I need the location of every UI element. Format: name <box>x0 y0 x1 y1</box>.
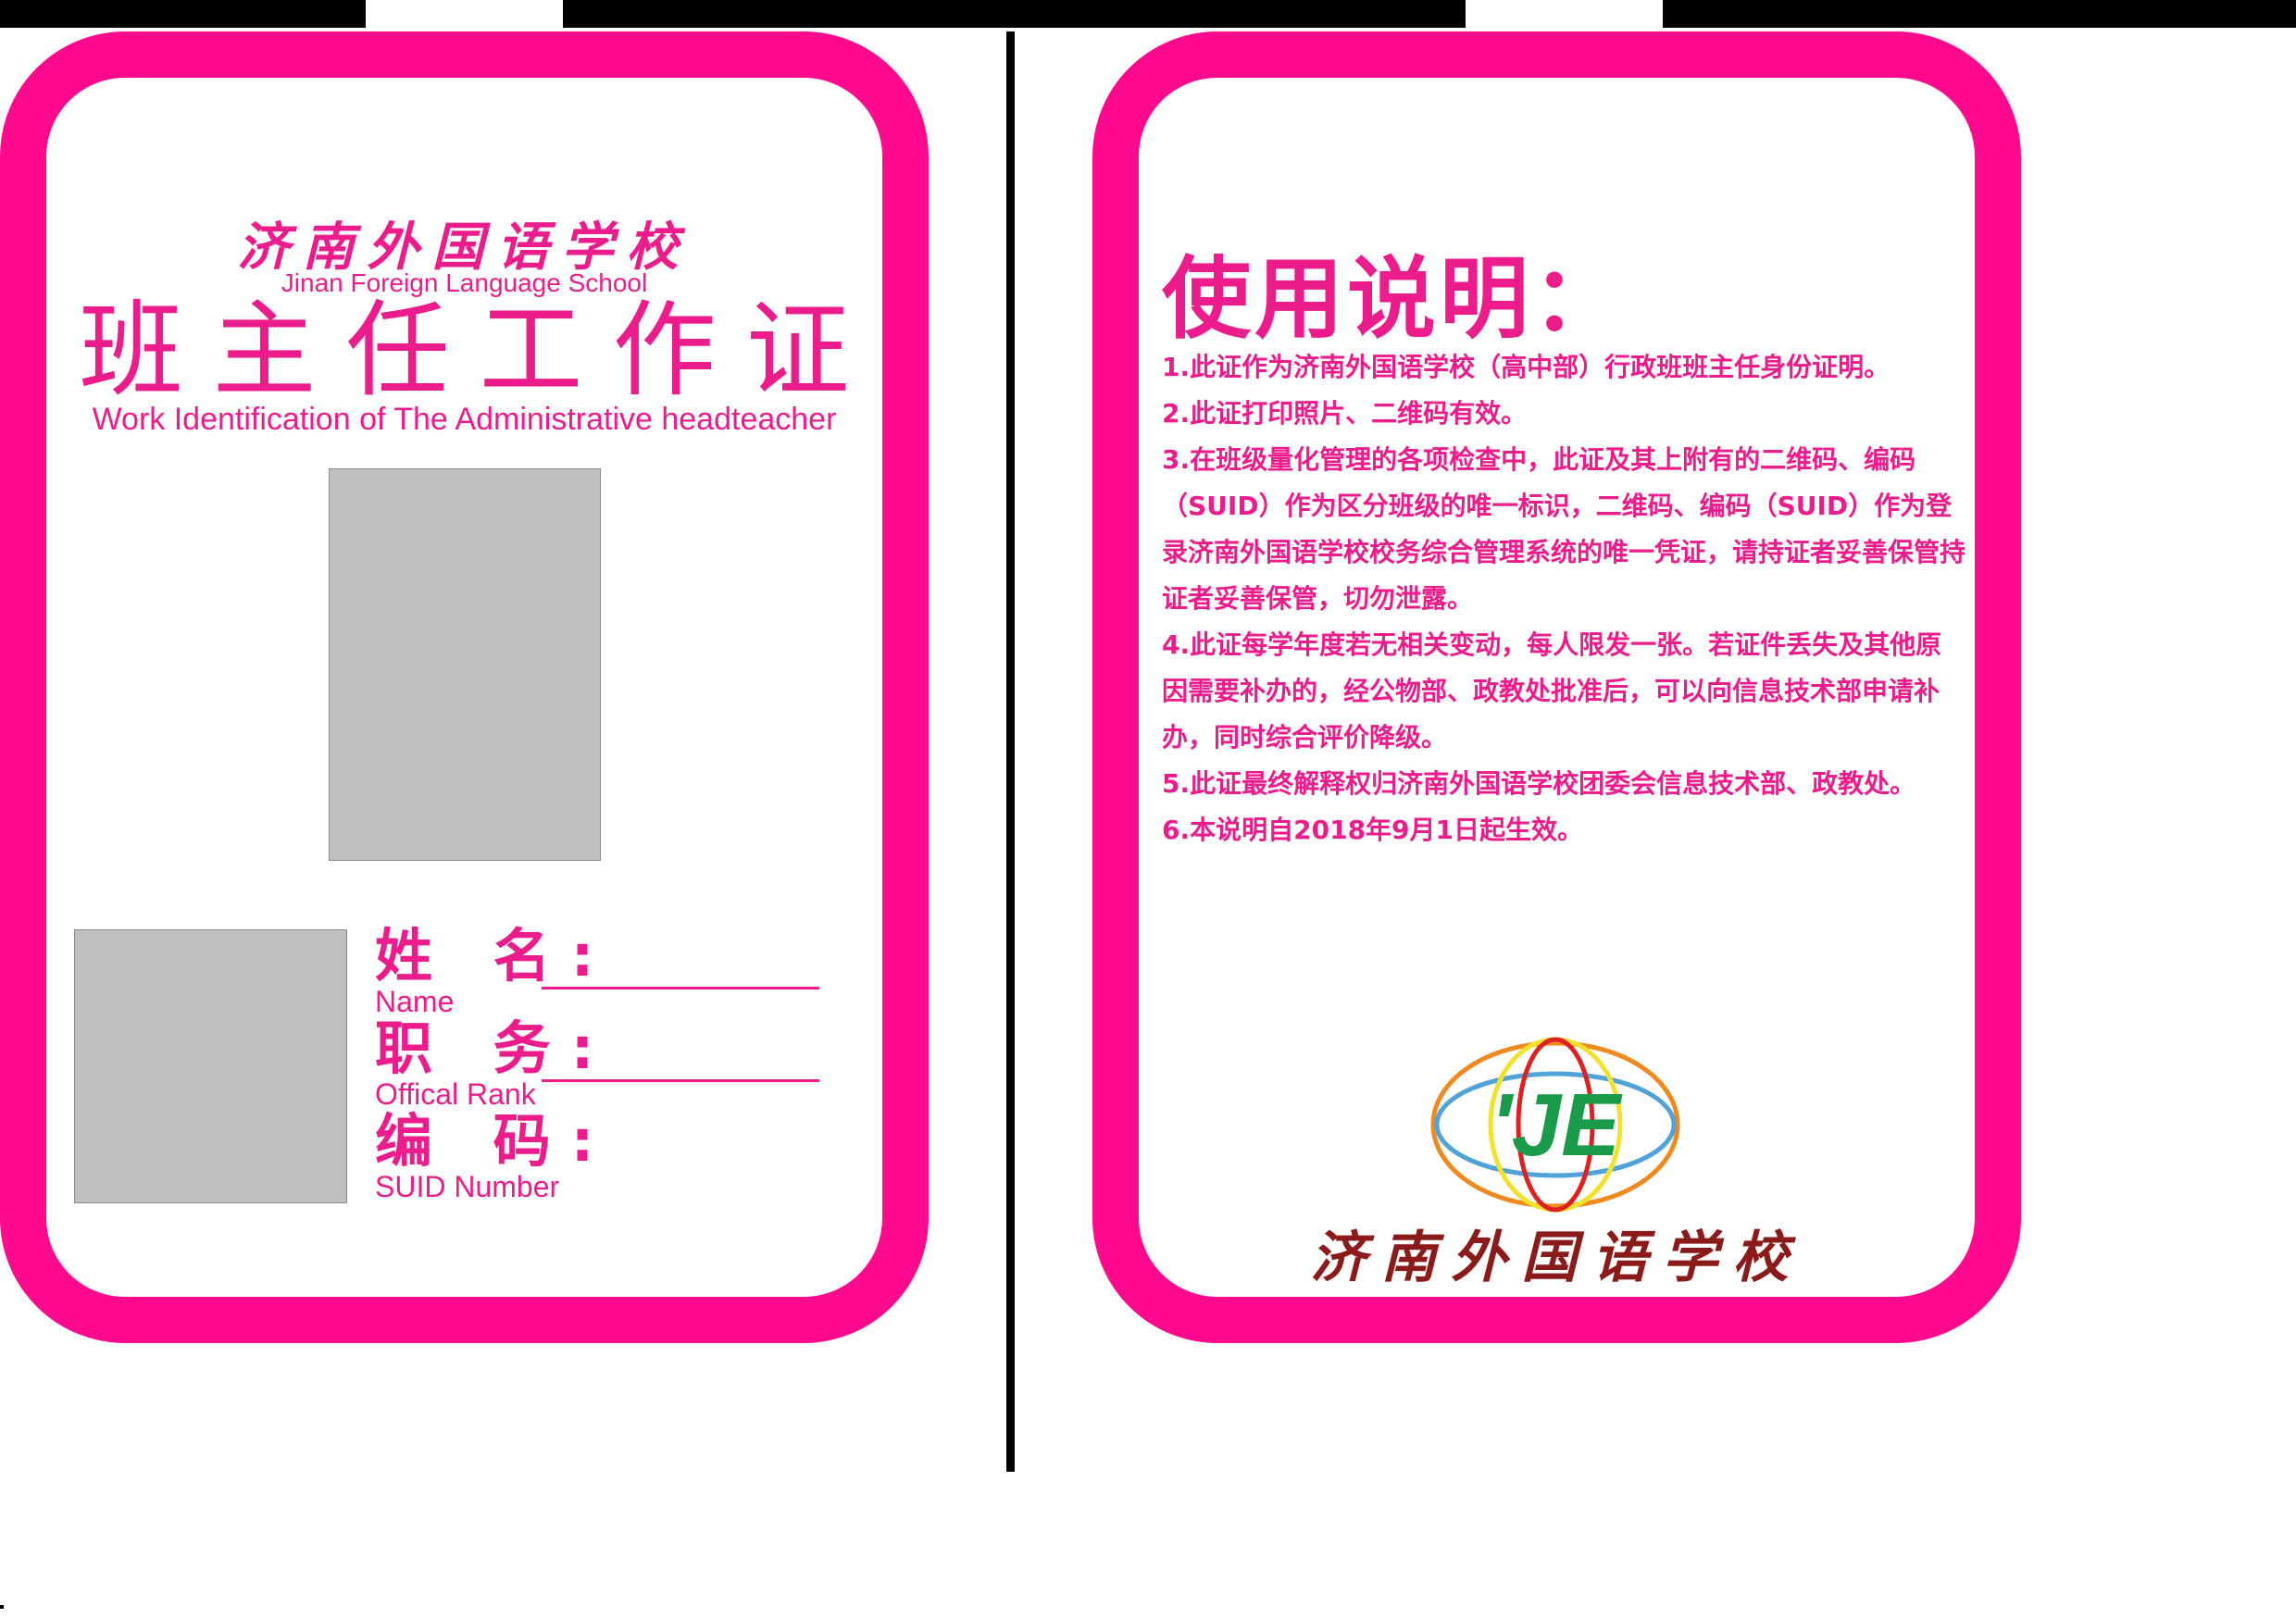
top-edge-bar <box>1663 0 2296 28</box>
instructions-list: 1.此证作为济南外国语学校（高中部）行政班班主任身份证明。 2.此证打印照片、二… <box>1162 344 1967 853</box>
field-label-cn: 编 码: <box>375 1107 615 1175</box>
card-subtitle: Work Identification of The Administrativ… <box>92 402 837 437</box>
instruction-item: 4.此证每学年度若无相关变动，每人限发一张。若证件丢失及其他原因需要补办的，经公… <box>1162 629 1942 753</box>
photo-placeholder <box>329 468 601 861</box>
school-logo-icon: 'JE <box>1430 1037 1680 1213</box>
field-label-en: SUID Number <box>375 1170 560 1203</box>
instruction-item: 2.此证打印照片、二维码有效。 <box>1162 398 1528 429</box>
field-label-cn: 姓 名: <box>375 922 615 989</box>
school-name-footer: 济南外国语学校 <box>1310 1226 1803 1290</box>
instruction-item: 1.此证作为济南外国语学校（高中部）行政班班主任身份证明。 <box>1162 352 1890 382</box>
instruction-item: 6.本说明自2018年9月1日起生效。 <box>1162 815 1584 845</box>
card-title: 班主任工作证 <box>79 291 880 411</box>
instruction-item: 5.此证最终解释权归济南外国语学校团委会信息技术部、政教处。 <box>1162 768 1916 799</box>
top-edge-bar <box>0 0 366 28</box>
field-label-cn: 职 务: <box>375 1014 615 1082</box>
qr-code-placeholder <box>74 929 347 1203</box>
fill-in-line <box>542 1079 819 1082</box>
corner-mark <box>0 1605 4 1609</box>
cut-line-divider <box>1006 31 1015 1472</box>
instruction-item: 3.在班级量化管理的各项检查中，此证及其上附有的二维码、编码（SUID）作为区分… <box>1162 444 1966 614</box>
fill-in-line <box>542 987 819 989</box>
instructions-heading: 使用说明： <box>1162 247 1625 351</box>
top-edge-bar <box>563 0 1466 28</box>
logo-lettering: 'JE <box>1491 1076 1623 1175</box>
